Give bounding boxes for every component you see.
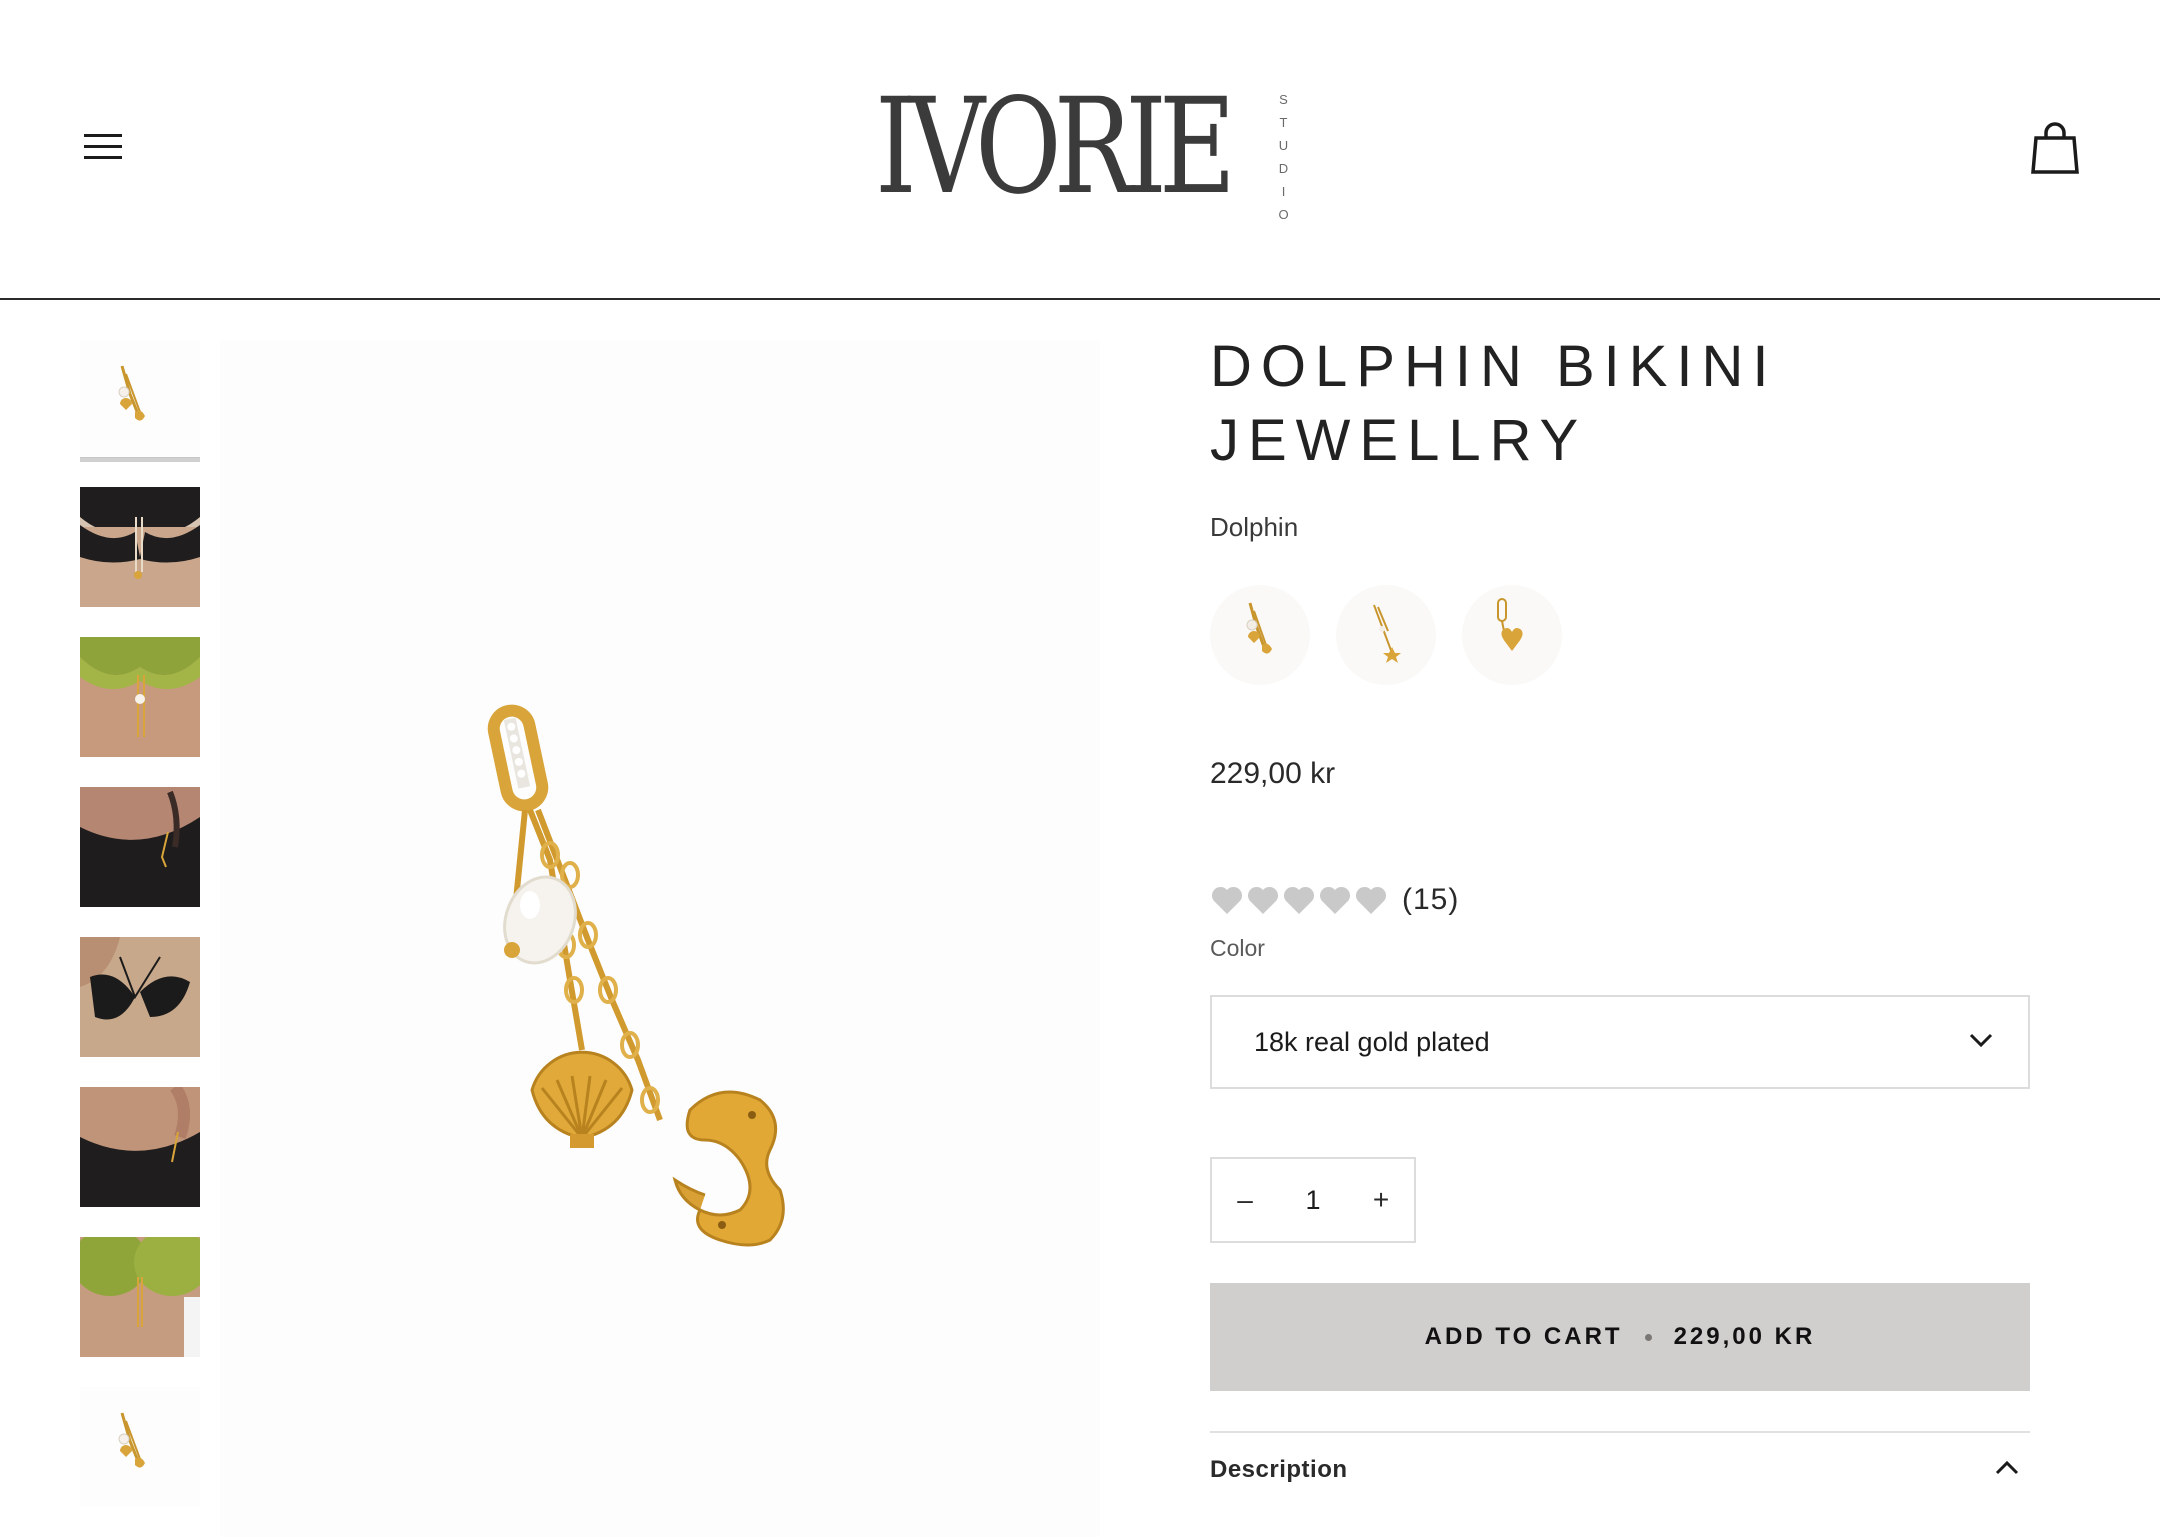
swatch-starfish[interactable] [1336,585,1436,685]
add-to-cart-button[interactable]: ADD TO CART 229,00 KR [1210,1283,2030,1391]
divider [1210,1431,2030,1433]
chevron-down-icon [1969,1033,1993,1048]
heart-rating-icon [1355,886,1387,914]
hamburger-menu-icon[interactable] [80,130,126,164]
quantity-value[interactable]: 1 [1278,1185,1348,1216]
brand-logo[interactable]: IVORIE STUDIO [875,70,1316,230]
product-rating[interactable]: (15) [1210,883,1459,917]
logo-subtext: STUDIO [1276,92,1291,230]
logo-wordmark: IVORIE [875,70,1236,224]
main-product-image[interactable] [220,340,1100,1537]
thumbnail-active-indicator [80,458,200,462]
product-title-line1: DOLPHIN BIKINI [1210,334,1778,399]
thumbnail-7[interactable] [80,1237,200,1357]
product-title-line2: JEWELLRY [1210,408,1588,473]
swatch-heart[interactable] [1462,585,1562,685]
quantity-minus-button[interactable]: – [1212,1159,1278,1241]
heart-rating-icon [1247,886,1279,914]
product-title: DOLPHIN BIKINI JEWELLRY [1210,330,2030,478]
quantity-stepper: – 1 + [1210,1157,1416,1243]
heart-rating-icon [1211,886,1243,914]
product-price: 229,00 kr [1210,757,1336,790]
quantity-plus-button[interactable]: + [1348,1159,1414,1241]
thumbnail-3[interactable] [80,637,200,757]
separator-dot [1644,1333,1652,1341]
thumbnail-1[interactable] [80,340,200,460]
description-label: Description [1210,1456,1348,1483]
color-select[interactable]: 18k real gold plated [1210,995,2030,1089]
shopping-bag-icon[interactable] [2030,122,2080,176]
swatch-dolphin[interactable] [1210,585,1310,685]
description-toggle[interactable]: Description [1210,1445,2030,1495]
thumbnail-4[interactable] [80,787,200,907]
product-info: DOLPHIN BIKINI JEWELLRY Dolphin 229,00 k… [1210,330,2030,1483]
color-label: Color [1210,935,1265,961]
thumbnail-2[interactable] [80,487,200,607]
site-header: IVORIE STUDIO [0,0,2160,300]
add-to-cart-label: ADD TO CART [1424,1323,1623,1350]
heart-rating-icon [1319,886,1351,914]
thumbnail-5[interactable] [80,937,200,1057]
variant-name: Dolphin [1210,512,1299,542]
rating-count: (15) [1402,883,1460,916]
thumbnail-8[interactable] [80,1387,200,1507]
variant-swatches [1210,585,2030,689]
heart-rating-icon [1283,886,1315,914]
chevron-up-icon [1995,1460,2019,1475]
thumbnail-6[interactable] [80,1087,200,1207]
add-to-cart-price: 229,00 KR [1673,1323,1816,1350]
color-select-value: 18k real gold plated [1254,1026,1490,1057]
